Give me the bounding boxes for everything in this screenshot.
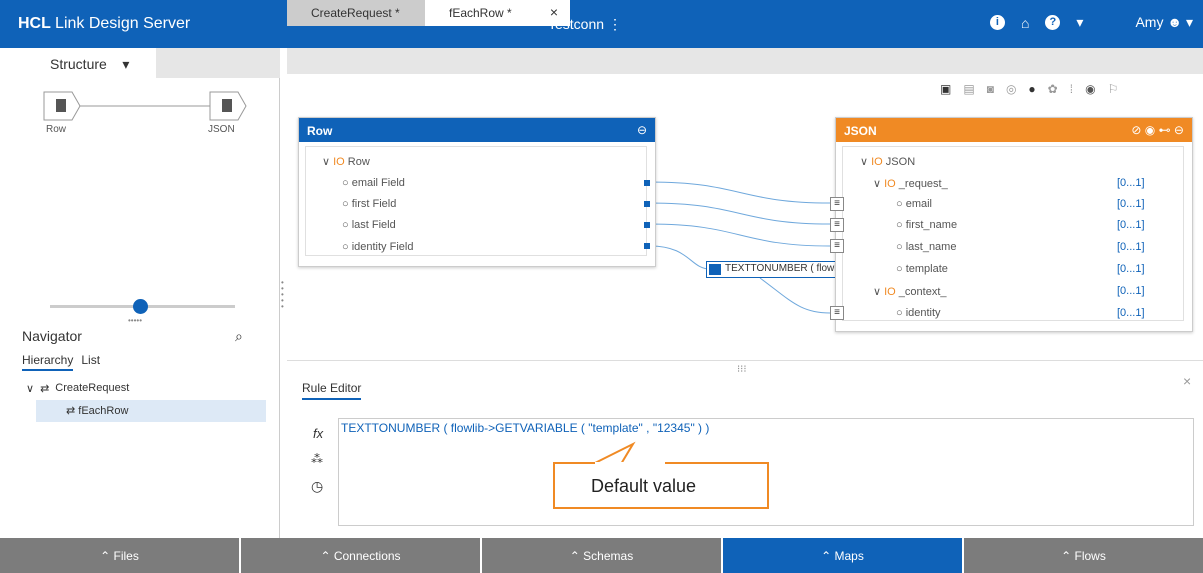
output-port[interactable] — [644, 201, 650, 207]
json-root[interactable]: ∨ IO JSON — [860, 155, 915, 168]
cardinality: [0...1] — [1117, 285, 1145, 297]
row-field-last[interactable]: ○ last Field — [342, 219, 396, 231]
function-icon — [709, 264, 721, 275]
clock-icon[interactable]: ◷ — [311, 478, 323, 495]
json-field-template[interactable]: ○ template — [896, 263, 948, 275]
rule-editor-title[interactable]: Rule Editor — [302, 381, 362, 400]
json-field-first-name[interactable]: ○ first_name — [896, 219, 957, 231]
cardinality: [0...1] — [1117, 198, 1145, 210]
rule-indicator[interactable]: ≡ — [830, 197, 844, 211]
row-field-identity[interactable]: ○ identity Field — [342, 241, 413, 253]
output-port[interactable] — [644, 180, 650, 186]
fx-icon[interactable]: fx — [313, 426, 323, 441]
cardinality: [0...1] — [1117, 263, 1145, 275]
row-card-header: Row ⊖ — [299, 118, 655, 142]
resize-handle[interactable]: ⁝⁝⁝ — [737, 364, 747, 375]
bottom-tab-files[interactable]: ⌃ Files — [0, 538, 239, 573]
rule-indicator[interactable]: ≡ — [830, 239, 844, 253]
row-field-email[interactable]: ○ email Field — [342, 177, 405, 189]
json-field-email[interactable]: ○ email — [896, 198, 932, 210]
close-icon[interactable]: × — [1183, 373, 1191, 389]
bottom-tab-schemas[interactable]: ⌃ Schemas — [482, 538, 721, 573]
row-field-first[interactable]: ○ first Field — [342, 198, 396, 210]
rule-expression-text: TEXTTONUMBER ( flowlib->GETVARIABLE ( "t… — [341, 421, 710, 435]
default-value-callout: Default value — [553, 462, 769, 509]
json-header-icons[interactable]: ⊘ ◉ ⊷ ⊖ — [1131, 123, 1184, 137]
bottom-tab-connections[interactable]: ⌃ Connections — [241, 538, 480, 573]
json-group-context[interactable]: ∨ IO _context_ — [873, 285, 947, 298]
json-field-identity[interactable]: ○ identity — [896, 307, 941, 319]
json-card-header: JSON ⊘ ◉ ⊷ ⊖ — [836, 118, 1192, 142]
bottom-tab-maps[interactable]: ⌃ Maps — [723, 538, 962, 573]
cardinality: [0...1] — [1117, 177, 1145, 189]
cardinality: [0...1] — [1117, 241, 1145, 253]
collapse-icon[interactable]: ⊖ — [637, 123, 647, 137]
output-port[interactable] — [644, 243, 650, 249]
output-port[interactable] — [644, 222, 650, 228]
cardinality: [0...1] — [1117, 219, 1145, 231]
function-node[interactable]: TEXTTONUMBER ( flowlib — [706, 261, 846, 278]
json-group-request[interactable]: ∨ IO _request_ — [873, 177, 948, 190]
json-field-last-name[interactable]: ○ last_name — [896, 241, 956, 253]
bottom-bar: ⌃ Files ⌃ Connections ⌃ Schemas ⌃ Maps ⌃… — [0, 538, 1203, 573]
row-root[interactable]: ∨ IO Row — [322, 155, 370, 168]
bottom-tab-flows[interactable]: ⌃ Flows — [964, 538, 1203, 573]
rule-indicator[interactable]: ≡ — [830, 306, 844, 320]
cardinality: [0...1] — [1117, 307, 1145, 319]
variables-icon[interactable]: ⁂ — [311, 452, 323, 466]
rule-indicator[interactable]: ≡ — [830, 218, 844, 232]
